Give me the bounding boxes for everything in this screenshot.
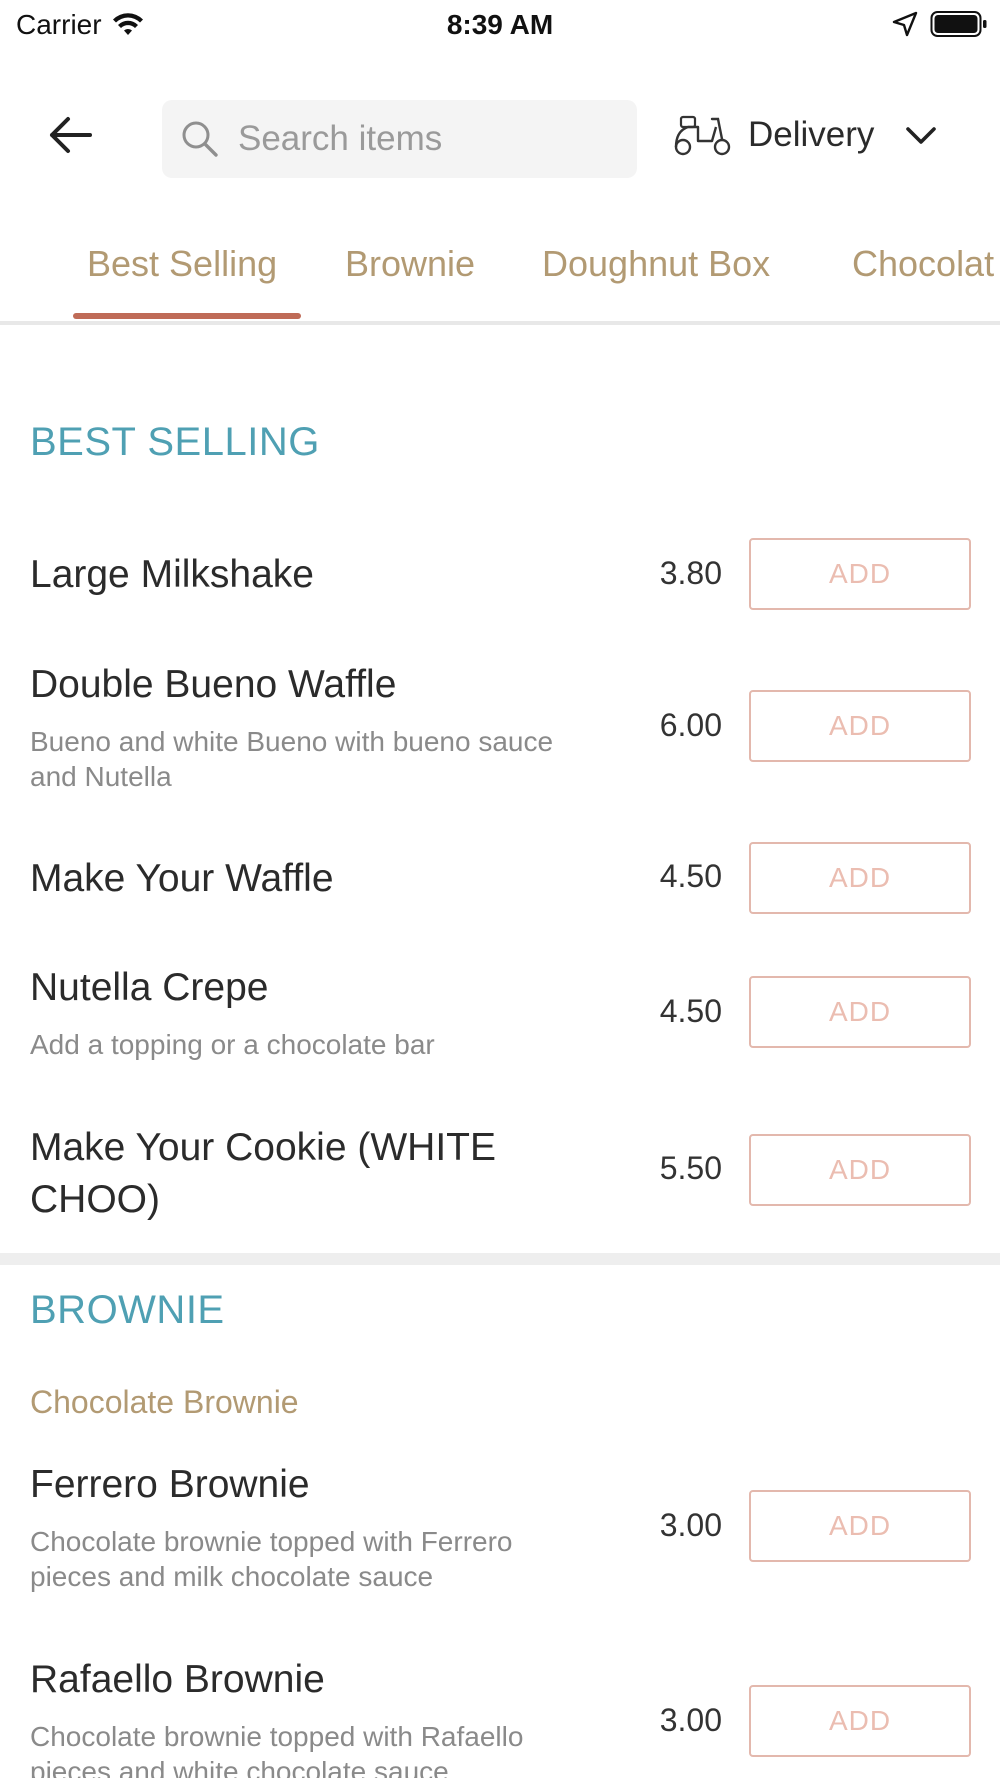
item-name[interactable]: Rafaello Brownie: [30, 1654, 590, 1706]
item-price: 6.00: [659, 707, 722, 743]
section-title-best-selling: BEST SELLING: [30, 420, 320, 464]
item-price: 4.50: [659, 993, 722, 1029]
search-icon: [182, 121, 218, 157]
item-price: 3.00: [659, 1507, 722, 1543]
item-name[interactable]: Nutella Crepe: [30, 962, 590, 1014]
add-button[interactable]: ADD: [749, 1685, 971, 1757]
item-name[interactable]: Make Your Waffle: [30, 853, 590, 905]
section-title-brownie: BROWNIE: [30, 1288, 225, 1332]
item-name[interactable]: Ferrero Brownie: [30, 1459, 590, 1511]
delivery-selector[interactable]: Delivery: [672, 110, 938, 160]
search-bar[interactable]: [162, 100, 637, 178]
status-bar: Carrier 8:39 AM: [0, 0, 1000, 50]
arrow-left-icon: [50, 117, 92, 153]
item-description: Bueno and white Bueno with bueno sauce a…: [30, 726, 554, 792]
item-name[interactable]: Make Your Cookie (WHITE CHOO): [30, 1122, 590, 1226]
tab-chocolate[interactable]: Chocolat: [852, 243, 994, 285]
tab-brownie[interactable]: Brownie: [345, 243, 475, 285]
battery-icon: [930, 11, 987, 37]
subcategory-title: Chocolate Brownie: [30, 1384, 299, 1420]
item-description: Chocolate brownie topped with Rafaello p…: [30, 1721, 524, 1778]
add-button[interactable]: ADD: [749, 1134, 971, 1206]
add-button[interactable]: ADD: [749, 842, 971, 914]
add-button[interactable]: ADD: [749, 1490, 971, 1562]
category-tabs: Best Selling Brownie Doughnut Box Chocol…: [0, 225, 1000, 325]
status-indicators: [892, 10, 988, 38]
section-divider: [0, 1253, 1000, 1265]
item-price: 3.00: [659, 1702, 722, 1738]
add-button[interactable]: ADD: [749, 976, 971, 1048]
item-price: 3.80: [659, 555, 722, 591]
item-name[interactable]: Double Bueno Waffle: [30, 659, 590, 711]
search-input[interactable]: [238, 119, 618, 159]
clock: 8:39 AM: [446, 9, 554, 40]
item-name[interactable]: Large Milkshake: [30, 549, 590, 601]
item-description: Chocolate brownie topped with Ferrero pi…: [30, 1526, 513, 1592]
back-button[interactable]: [40, 110, 100, 160]
chevron-down-icon: [906, 127, 937, 144]
item-price: 5.50: [659, 1150, 722, 1186]
top-bar: Delivery: [0, 90, 1000, 180]
add-button[interactable]: ADD: [749, 690, 971, 762]
tab-doughnut-box[interactable]: Doughnut Box: [542, 243, 770, 285]
item-price: 4.50: [659, 858, 722, 894]
location-arrow-icon: [892, 11, 918, 37]
add-button[interactable]: ADD: [749, 538, 971, 610]
delivery-label: Delivery: [748, 115, 875, 154]
scooter-icon: [674, 115, 731, 156]
active-tab-indicator: [73, 313, 301, 319]
tab-best-selling[interactable]: Best Selling: [87, 243, 277, 285]
item-description: Add a topping or a chocolate bar: [30, 1029, 435, 1060]
